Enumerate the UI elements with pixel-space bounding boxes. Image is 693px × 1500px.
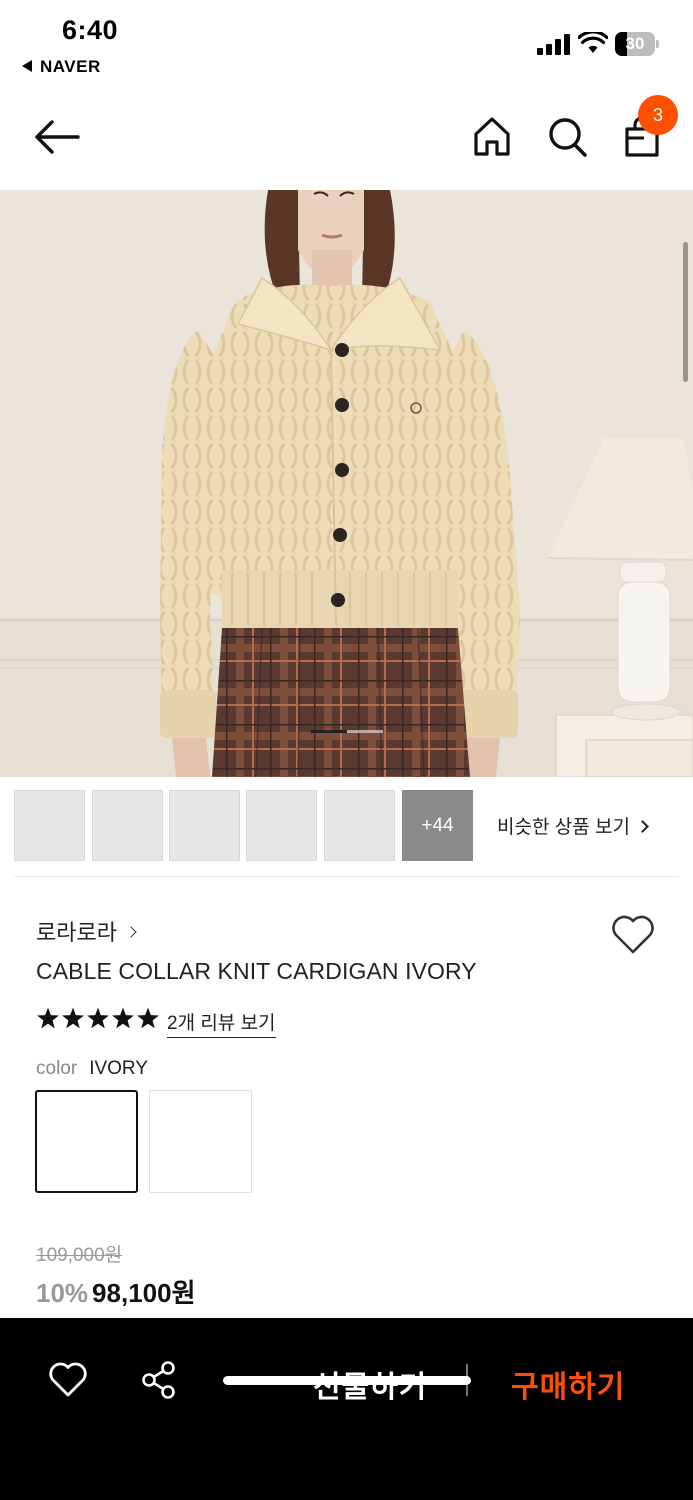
color-value: IVORY <box>89 1058 148 1079</box>
color-swatch-selected[interactable] <box>35 1090 138 1193</box>
back-triangle-icon <box>22 60 32 72</box>
star-icon <box>112 1007 134 1029</box>
more-thumbnails-button[interactable]: +44 <box>402 790 473 861</box>
brand-link[interactable]: 로라로라 <box>36 915 137 947</box>
back-app-label: NAVER <box>40 57 101 76</box>
price-row: 10% 98,100원 <box>36 1273 196 1310</box>
thumbnail[interactable] <box>92 790 163 861</box>
review-link[interactable]: 2개 리뷰 보기 <box>167 1008 276 1038</box>
divider <box>14 876 679 877</box>
product-name: CABLE COLLAR KNIT CARDIGAN IVORY <box>36 958 477 984</box>
thumbnail[interactable] <box>324 790 395 861</box>
home-indicator[interactable] <box>223 1376 471 1385</box>
battery-level: 30 <box>625 34 645 53</box>
sale-price: 98,100원 <box>92 1278 196 1308</box>
status-time: 6:40 <box>62 15 119 45</box>
discount-rate: 10% <box>36 1278 89 1308</box>
product-image[interactable] <box>0 190 693 777</box>
star-icon <box>87 1007 109 1029</box>
slide-indicator <box>311 730 383 733</box>
product-photo <box>0 190 693 777</box>
arrow-left-icon[interactable] <box>34 118 80 156</box>
heart-icon[interactable] <box>48 1361 88 1399</box>
heart-icon[interactable] <box>610 914 656 956</box>
cart-count-badge: 3 <box>638 95 678 135</box>
star-icon <box>62 1007 84 1029</box>
thumbnail[interactable] <box>246 790 317 861</box>
brand-name: 로라로라 <box>36 920 117 945</box>
status-bar: 6:40 NAVER 30 <box>0 0 693 90</box>
star-icon <box>37 1007 59 1029</box>
thumbnail[interactable] <box>169 790 240 861</box>
original-price: 109,000원 <box>36 1245 123 1266</box>
top-navigation <box>0 100 693 190</box>
thumbnail[interactable] <box>14 790 85 861</box>
color-row: color IVORY <box>36 1058 148 1080</box>
star-icon <box>137 1007 159 1029</box>
rating-stars <box>37 1007 159 1029</box>
similar-products-link[interactable]: 비슷한 상품 보기 <box>497 812 649 839</box>
back-to-app-link[interactable]: NAVER <box>22 57 101 77</box>
cellular-signal-icon <box>537 33 570 55</box>
thumbnail-strip: +44 비슷한 상품 보기 <box>0 790 693 862</box>
similar-products-label: 비슷한 상품 보기 <box>497 817 630 838</box>
battery-icon: 30 <box>615 32 659 56</box>
color-label: color <box>36 1058 78 1079</box>
bottom-action-bar: 선물하기 구매하기 <box>0 1318 693 1500</box>
chevron-right-icon <box>636 820 649 833</box>
search-icon[interactable] <box>546 114 588 158</box>
home-icon[interactable] <box>471 114 513 158</box>
chevron-right-icon <box>125 926 137 938</box>
scrollbar[interactable] <box>683 242 688 382</box>
wifi-icon <box>578 32 608 53</box>
color-swatch[interactable] <box>149 1090 252 1193</box>
share-icon[interactable] <box>140 1360 178 1400</box>
buy-button[interactable]: 구매하기 <box>511 1362 625 1406</box>
